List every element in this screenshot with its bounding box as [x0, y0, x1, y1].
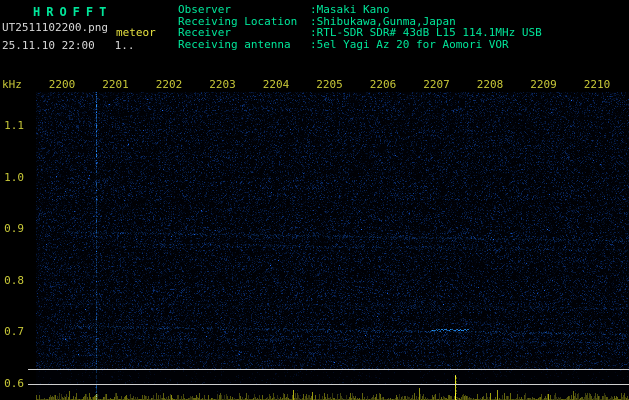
info-value-receiving-antenna: :5el Yagi Az 20 for Aomori VOR	[310, 38, 509, 51]
x-tick-label: 2202	[155, 78, 183, 91]
hrofft-screen: HROFFT UT2511102200.png meteor 25.11.10 …	[0, 0, 629, 400]
x-tick-label: 2209	[530, 78, 557, 91]
y-tick-label: 0.7	[4, 325, 24, 339]
datetime-text: 25.11.10 22:00 1..	[2, 39, 135, 52]
x-tick-label: 2206	[369, 78, 397, 91]
y-axis-unit-label: kHz	[2, 78, 22, 91]
x-tick-label: 2208	[476, 78, 504, 91]
x-tick-label: 2205	[316, 78, 343, 91]
x-tick-label: 2204	[262, 78, 290, 91]
x-tick-label: 2201	[102, 78, 129, 91]
x-tick-label: 2207	[423, 78, 450, 91]
info-label-receiving-antenna: Receiving antenna	[178, 38, 291, 51]
x-tick-label: 2203	[209, 78, 236, 91]
y-tick-label: 1.1	[4, 119, 24, 132]
x-tick-label: 2210	[583, 78, 611, 91]
observer-comment: meteor	[116, 26, 156, 39]
separator-line-upper	[28, 369, 629, 370]
x-tick-label: 2200	[48, 78, 76, 91]
y-tick-label: 0.8	[4, 273, 24, 287]
y-tick-label: 0.6	[4, 377, 24, 390]
app-title: HROFFT	[33, 5, 113, 19]
output-filename: UT2511102200.png	[2, 21, 108, 34]
y-tick-label: 0.9	[4, 222, 24, 236]
y-tick-label: 1.0	[4, 170, 24, 184]
spectrogram-canvas	[36, 92, 629, 400]
separator-line-lower	[28, 384, 629, 385]
